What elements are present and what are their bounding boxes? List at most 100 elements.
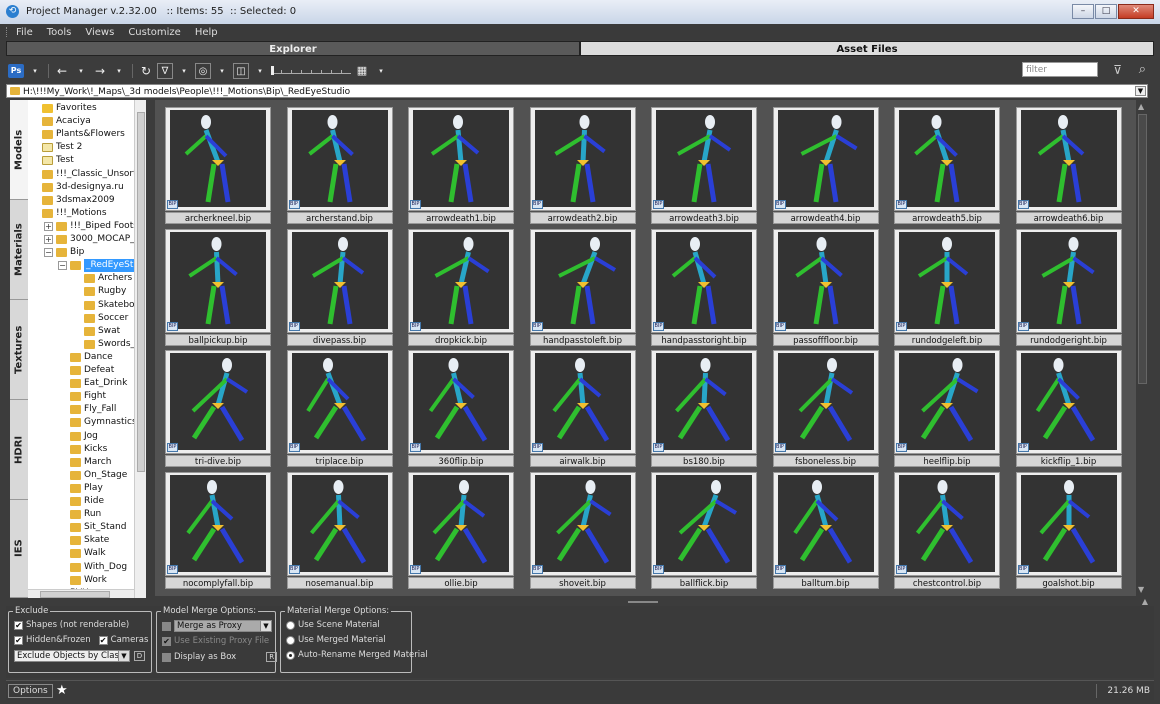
- tree-node[interactable]: Eat_Drink: [70, 377, 127, 390]
- grid-scrollbar[interactable]: ▲ ▼: [1136, 100, 1150, 596]
- exclude-class-select[interactable]: Exclude Objects by Class ▼: [14, 650, 130, 662]
- filter-input[interactable]: filter: [1022, 62, 1098, 77]
- use-merged-material-option[interactable]: Use Merged Material: [286, 635, 386, 645]
- auto-rename-option[interactable]: Auto-Rename Merged Material: [286, 650, 428, 660]
- tab-asset-files[interactable]: Asset Files: [580, 41, 1154, 56]
- tree-node[interactable]: !!!_Motions: [42, 207, 107, 220]
- tree-node[interactable]: On_Stage: [70, 469, 127, 482]
- tree-node[interactable]: 3dsmax2009: [42, 194, 115, 207]
- thumbnail-item[interactable]: BIP shoveit.bip: [529, 471, 636, 590]
- thumbnail-image[interactable]: BIP: [772, 107, 879, 211]
- menu-views[interactable]: Views: [85, 27, 114, 38]
- chevron-down-icon[interactable]: ▼: [118, 651, 129, 661]
- clear-filter-icon[interactable]: ⊽: [1113, 63, 1122, 77]
- tree-node[interactable]: Test 2: [42, 141, 82, 154]
- panel-splitter[interactable]: ▲: [6, 597, 1154, 606]
- scroll-thumb[interactable]: [1138, 114, 1147, 384]
- chevron-down-icon[interactable]: ▼: [1135, 86, 1146, 96]
- tree-node[interactable]: −_RedEyeStudio: [58, 259, 146, 273]
- tree-node[interactable]: Skate: [70, 534, 109, 547]
- path-bar[interactable]: H:\!!!My_Work\!_Maps\_3d models\People\!…: [6, 84, 1148, 98]
- tree-node[interactable]: Work: [70, 574, 107, 587]
- thumbnail-item[interactable]: BIP arrowdeath6.bip: [1015, 107, 1122, 225]
- slider-thumb[interactable]: [271, 66, 274, 75]
- thumbnail-image[interactable]: BIP: [286, 350, 393, 454]
- thumbnail-icon[interactable]: ◫: [233, 63, 249, 79]
- side-tab-models[interactable]: Models: [10, 100, 28, 200]
- thumbnail-image[interactable]: BIP: [772, 228, 879, 333]
- tree-node[interactable]: Acaciya: [42, 115, 91, 128]
- tab-explorer[interactable]: Explorer: [6, 41, 580, 56]
- chevron-down-icon[interactable]: ▾: [252, 63, 268, 79]
- thumbnail-image[interactable]: BIP: [529, 471, 636, 576]
- chevron-down-icon[interactable]: ▼: [260, 621, 271, 631]
- tree-node[interactable]: Defeat: [70, 364, 114, 377]
- photoshop-icon[interactable]: Ps: [8, 64, 24, 78]
- panel-divider[interactable]: [146, 100, 155, 598]
- use-scene-material-option[interactable]: Use Scene Material: [286, 620, 380, 630]
- thumbnail-image[interactable]: BIP: [408, 471, 514, 576]
- thumbnail-item[interactable]: BIP passofffloor.bip: [772, 228, 879, 347]
- scroll-thumb[interactable]: [137, 112, 145, 472]
- collapse-icon[interactable]: ▲: [1142, 597, 1148, 606]
- thumbnail-item[interactable]: BIP 360flip.bip: [408, 350, 514, 468]
- display-box-checkbox[interactable]: [162, 652, 171, 662]
- thumbnail-image[interactable]: BIP: [286, 471, 393, 576]
- chevron-down-icon[interactable]: ▾: [27, 63, 43, 79]
- thumbnail-item[interactable]: BIP balltum.bip: [772, 471, 879, 590]
- forward-arrow-icon[interactable]: →: [92, 63, 108, 79]
- tree-node[interactable]: Play: [70, 482, 103, 495]
- thumbnail-item[interactable]: BIP arrowdeath5.bip: [894, 107, 1000, 225]
- thumbnail-item[interactable]: BIP arrowdeath3.bip: [651, 107, 757, 225]
- tree-node[interactable]: Run: [70, 508, 101, 521]
- thumbnail-item[interactable]: BIP arrowdeath4.bip: [772, 107, 879, 225]
- grid-view-icon[interactable]: ▦: [354, 63, 370, 79]
- collapse-icon[interactable]: −: [58, 261, 67, 271]
- search-icon[interactable]: ⌕: [1139, 62, 1146, 77]
- thumbnail-item[interactable]: BIP arrowdeath1.bip: [408, 107, 514, 225]
- side-tab-ies[interactable]: IES: [10, 500, 28, 598]
- tree-node[interactable]: March: [70, 456, 111, 469]
- thumbnail-image[interactable]: BIP: [894, 107, 1000, 211]
- thumbnail-image[interactable]: BIP: [165, 228, 271, 333]
- tree-node[interactable]: Rugby: [84, 285, 126, 298]
- use-merged-material-radio[interactable]: [286, 635, 295, 645]
- hidden-option[interactable]: ✔ Hidden&Frozen ✔ Cameras: [14, 635, 148, 645]
- chevron-down-icon[interactable]: ▾: [214, 63, 230, 79]
- chevron-down-icon[interactable]: ▾: [73, 63, 89, 79]
- thumbnail-item[interactable]: BIP nocomplyfall.bip: [165, 471, 271, 590]
- thumbnail-image[interactable]: BIP: [165, 350, 271, 454]
- maximize-button[interactable]: □: [1095, 4, 1117, 19]
- close-button[interactable]: ✕: [1118, 4, 1154, 19]
- shapes-option[interactable]: ✔ Shapes (not renderable): [14, 620, 129, 630]
- thumbnail-item[interactable]: BIP triplace.bip: [286, 350, 393, 468]
- tree-node[interactable]: Fight: [70, 390, 106, 403]
- thumbnail-item[interactable]: BIP goalshot.bip: [1015, 471, 1122, 590]
- thumbnail-image[interactable]: BIP: [286, 228, 393, 333]
- tree-node[interactable]: +!!!_Biped Footstep Ut: [44, 220, 146, 233]
- thumbnail-item[interactable]: BIP handpasstoright.bip: [651, 228, 757, 347]
- thumbnail-image[interactable]: BIP: [651, 471, 757, 576]
- menu-file[interactable]: File: [16, 27, 33, 38]
- zoom-slider[interactable]: [271, 63, 351, 79]
- chevron-down-icon[interactable]: ▾: [373, 63, 389, 79]
- tree-node[interactable]: Dance: [70, 351, 113, 364]
- thumbnail-image[interactable]: BIP: [651, 350, 757, 454]
- use-scene-material-radio[interactable]: [286, 620, 295, 630]
- tree-node[interactable]: Sit_Stand: [70, 521, 126, 534]
- scroll-thumb[interactable]: [40, 591, 110, 598]
- star-icon[interactable]: ★: [56, 683, 68, 698]
- render-icon[interactable]: ◎: [195, 63, 211, 79]
- display-box-option[interactable]: Display as Box R: [162, 652, 278, 662]
- menu-customize[interactable]: Customize: [128, 27, 181, 38]
- scroll-down-icon[interactable]: ▼: [1138, 585, 1144, 594]
- thumbnail-item[interactable]: BIP fsboneless.bip: [772, 350, 879, 468]
- splitter-grip[interactable]: [628, 601, 658, 603]
- thumbnail-image[interactable]: BIP: [772, 471, 879, 576]
- thumbnail-item[interactable]: BIP archerstand.bip: [286, 107, 393, 225]
- exclude-d-button[interactable]: D: [134, 651, 145, 661]
- thumbnail-item[interactable]: BIP archerkneel.bip: [165, 107, 271, 225]
- side-tab-materials[interactable]: Materials: [10, 200, 28, 300]
- options-button[interactable]: Options: [8, 684, 53, 698]
- merge-proxy-option[interactable]: Merge as Proxy ▼: [162, 620, 272, 632]
